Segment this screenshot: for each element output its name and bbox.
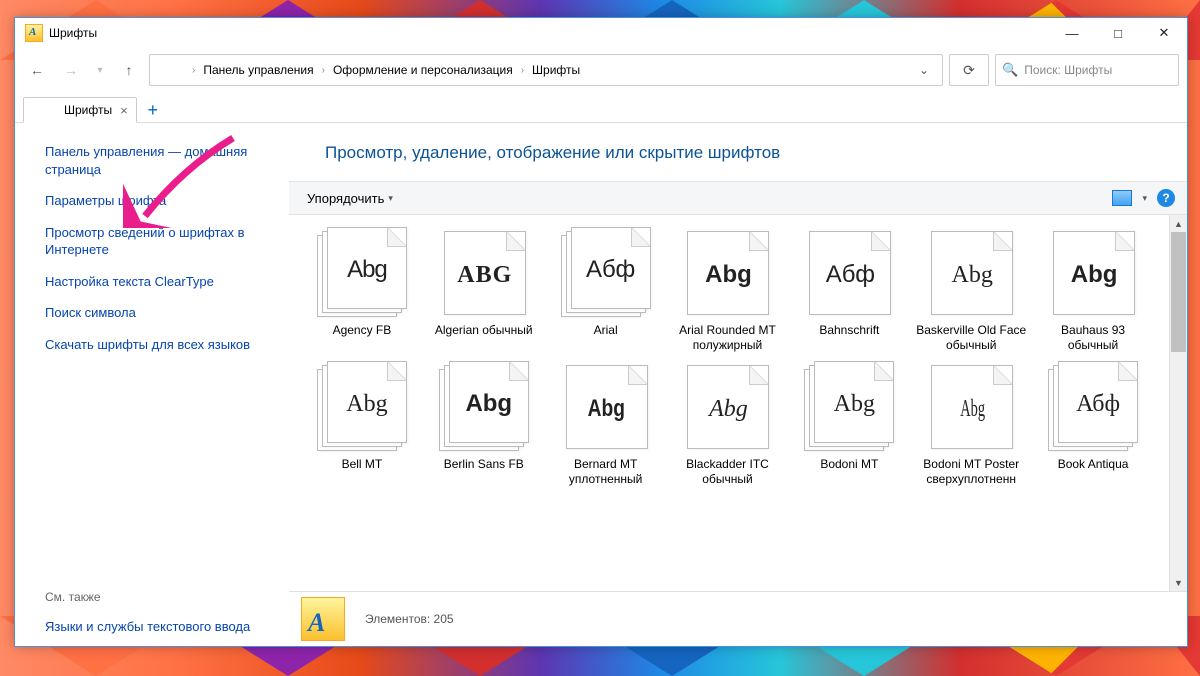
sidebar-item-home[interactable]: Панель управления — домашняя страница bbox=[45, 143, 277, 178]
font-preview-icon: Абф bbox=[1048, 361, 1138, 451]
toolbar: Упорядочить ▾ ? bbox=[289, 181, 1187, 215]
font-item[interactable]: Абф Book Antiqua bbox=[1036, 361, 1150, 487]
search-icon: 🔍 bbox=[1002, 62, 1018, 78]
font-preview-icon: Abg bbox=[682, 361, 772, 451]
font-name-label: Bernard MT уплотненный bbox=[549, 457, 663, 487]
font-item[interactable]: Abg Blackadder ITC обычный bbox=[671, 361, 785, 487]
font-name-label: Blackadder ITC обычный bbox=[671, 457, 785, 487]
see-also-label: См. также bbox=[45, 590, 277, 604]
nav-row: ← → ▾ ↑ › Панель управления › Оформление… bbox=[15, 48, 1187, 94]
help-button[interactable]: ? bbox=[1157, 189, 1175, 207]
font-name-label: Berlin Sans FB bbox=[444, 457, 524, 472]
organize-label: Упорядочить bbox=[307, 191, 384, 206]
font-name-label: Bauhaus 93 обычный bbox=[1036, 323, 1150, 353]
font-item[interactable]: Abg Arial Rounded MT полужирный bbox=[671, 227, 785, 353]
nav-back-button[interactable]: ← bbox=[23, 56, 51, 84]
font-item[interactable]: Abg Berlin Sans FB bbox=[427, 361, 541, 487]
fonts-folder-icon bbox=[301, 597, 345, 641]
chevron-down-icon[interactable]: ▾ bbox=[1142, 193, 1147, 204]
font-item[interactable]: Abg Bauhaus 93 обычный bbox=[1036, 227, 1150, 353]
font-preview-icon: Abg bbox=[926, 361, 1016, 451]
tab-row: Шрифты × + bbox=[15, 94, 1187, 123]
font-preview-icon: Abg bbox=[804, 361, 894, 451]
scroll-up-icon[interactable]: ▲ bbox=[1170, 215, 1187, 232]
sidebar-item-download-fonts[interactable]: Скачать шрифты для всех языков bbox=[45, 336, 277, 354]
titlebar: Шрифты — □ ✕ bbox=[15, 18, 1187, 48]
sidebar-item-languages[interactable]: Языки и службы текстового ввода bbox=[45, 618, 277, 636]
close-button[interactable]: ✕ bbox=[1141, 18, 1187, 48]
font-item[interactable]: Abg Bernard MT уплотненный bbox=[549, 361, 663, 487]
font-name-label: Arial bbox=[594, 323, 618, 338]
font-name-label: Algerian обычный bbox=[435, 323, 533, 338]
nav-forward-button[interactable]: → bbox=[57, 56, 85, 84]
page-heading: Просмотр, удаление, отображение или скры… bbox=[325, 143, 1187, 163]
view-options-button[interactable] bbox=[1112, 190, 1132, 206]
font-preview-icon: Abg bbox=[1048, 227, 1138, 317]
font-item[interactable]: Abg Bodoni MT bbox=[792, 361, 906, 487]
font-name-label: Agency FB bbox=[333, 323, 392, 338]
font-name-label: Book Antiqua bbox=[1058, 457, 1129, 472]
font-name-label: Arial Rounded MT полужирный bbox=[671, 323, 785, 353]
address-bar[interactable]: › Панель управления › Оформление и персо… bbox=[149, 54, 943, 86]
font-item[interactable]: Abg Baskerville Old Face обычный bbox=[914, 227, 1028, 353]
search-input[interactable]: 🔍 Поиск: Шрифты bbox=[995, 54, 1179, 86]
font-name-label: Bodoni MT bbox=[820, 457, 878, 472]
font-name-label: Bodoni MT Poster сверхуплотненн bbox=[914, 457, 1028, 487]
scroll-down-icon[interactable]: ▼ bbox=[1170, 574, 1187, 591]
font-preview-icon: Abg bbox=[317, 227, 407, 317]
tab-fonts[interactable]: Шрифты × bbox=[23, 97, 137, 123]
font-item[interactable]: Abg Agency FB bbox=[305, 227, 419, 353]
font-preview-icon: Abg bbox=[439, 361, 529, 451]
chevron-right-icon: › bbox=[322, 65, 325, 76]
nav-up-button[interactable]: ↑ bbox=[115, 56, 143, 84]
fonts-window: Шрифты — □ ✕ ← → ▾ ↑ › Панель управления… bbox=[14, 17, 1188, 647]
sidebar-item-charmap[interactable]: Поиск символа bbox=[45, 304, 277, 322]
font-preview-icon: Абф bbox=[561, 227, 651, 317]
refresh-button[interactable]: ⟳ bbox=[949, 54, 989, 86]
nav-history-dropdown[interactable]: ▾ bbox=[91, 56, 109, 84]
breadcrumb-item[interactable]: Панель управления bbox=[201, 61, 315, 79]
maximize-button[interactable]: □ bbox=[1095, 18, 1141, 48]
font-preview-icon: Abg bbox=[317, 361, 407, 451]
font-name-label: Baskerville Old Face обычный bbox=[914, 323, 1028, 353]
status-text: Элементов: 205 bbox=[365, 612, 454, 626]
new-tab-button[interactable]: + bbox=[141, 98, 165, 122]
font-name-label: Bahnschrift bbox=[819, 323, 879, 338]
fonts-folder-icon bbox=[25, 24, 43, 42]
scroll-thumb[interactable] bbox=[1171, 232, 1186, 352]
font-item[interactable]: Abg Bell MT bbox=[305, 361, 419, 487]
minimize-button[interactable]: — bbox=[1049, 18, 1095, 48]
font-preview-icon: ABG bbox=[439, 227, 529, 317]
window-title: Шрифты bbox=[49, 26, 97, 40]
chevron-right-icon: › bbox=[192, 65, 195, 76]
breadcrumb-item[interactable]: Оформление и персонализация bbox=[331, 61, 515, 79]
sidebar-item-font-settings[interactable]: Параметры шрифта bbox=[45, 192, 277, 210]
search-placeholder: Поиск: Шрифты bbox=[1024, 63, 1112, 77]
sidebar-item-font-info-online[interactable]: Просмотр сведений о шрифтах в Интернете bbox=[45, 224, 277, 259]
fonts-folder-icon bbox=[156, 62, 182, 78]
breadcrumb-item[interactable]: Шрифты bbox=[530, 61, 582, 79]
font-preview-icon: Abg bbox=[561, 361, 651, 451]
organize-menu[interactable]: Упорядочить bbox=[301, 189, 399, 208]
font-preview-icon: Абф bbox=[804, 227, 894, 317]
sidebar-item-cleartype[interactable]: Настройка текста ClearType bbox=[45, 273, 277, 291]
font-preview-icon: Abg bbox=[926, 227, 1016, 317]
font-preview-icon: Abg bbox=[682, 227, 772, 317]
font-item[interactable]: Абф Bahnschrift bbox=[792, 227, 906, 353]
address-dropdown-button[interactable]: ⌄ bbox=[910, 56, 938, 84]
chevron-right-icon: › bbox=[521, 65, 524, 76]
fonts-folder-icon bbox=[32, 102, 58, 118]
tab-label: Шрифты bbox=[64, 103, 112, 117]
tab-close-icon[interactable]: × bbox=[120, 103, 128, 118]
status-bar: Элементов: 205 bbox=[289, 591, 1187, 646]
sidebar: Панель управления — домашняя страница Па… bbox=[15, 123, 289, 646]
font-item[interactable]: Абф Arial bbox=[549, 227, 663, 353]
font-grid: Abg Agency FB ABG Algerian обычный Абф Arial A… bbox=[289, 215, 1170, 495]
font-item[interactable]: ABG Algerian обычный bbox=[427, 227, 541, 353]
font-name-label: Bell MT bbox=[342, 457, 383, 472]
main-panel: Просмотр, удаление, отображение или скры… bbox=[289, 123, 1187, 646]
scrollbar[interactable]: ▲ ▼ bbox=[1169, 215, 1187, 591]
font-item[interactable]: Abg Bodoni MT Poster сверхуплотненн bbox=[914, 361, 1028, 487]
